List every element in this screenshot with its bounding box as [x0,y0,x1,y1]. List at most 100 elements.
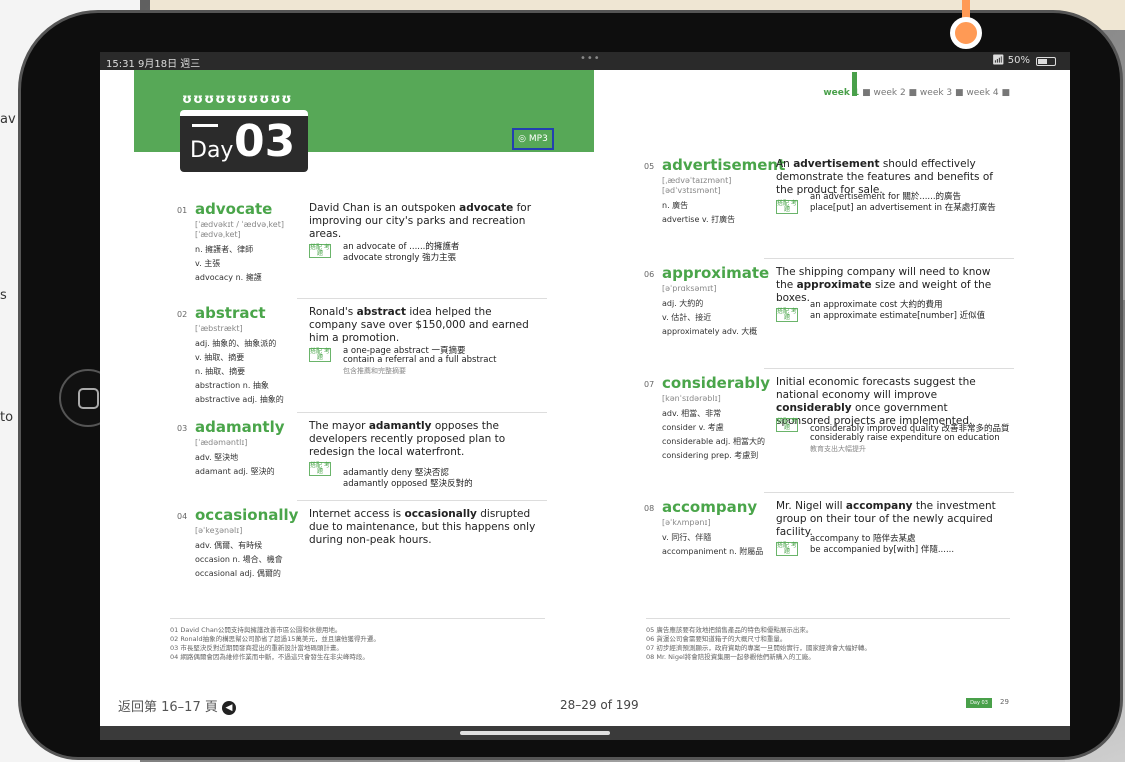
status-bar: 15:31 9月18日 週三 ••• 📶︎ 50% [100,52,1070,70]
notes-divider-right [646,618,1010,619]
collocation: considerably raise expenditure on educat… [810,433,1000,443]
entry-phonetic: [ˈædvəˌket] [195,230,241,239]
collocation-tag-icon: 搭配 考題 [776,418,798,432]
example-sentence: Internet access is occasionally disrupte… [309,508,537,547]
collocation: 教育支出大幅提升 [810,445,866,453]
back-to-page-button[interactable]: 返回第 16–17 頁 ◀ [118,696,236,715]
entry-meaning: adv. 堅決地 [195,453,239,462]
collocation-tag-icon: 搭配 考題 [776,200,798,214]
entry-number: 02 [177,310,188,319]
sentence-keyword: considerably [776,402,852,414]
entry-word: advocate [195,200,273,218]
camera-marker-dot [950,17,982,49]
entry-meaning: consider v. 考慮 [662,423,724,432]
collocation-tag-icon: 搭配 考題 [309,348,331,362]
entry-number: 08 [644,504,655,513]
example-sentence: David Chan is an outspoken advocate for … [309,202,537,241]
bg-text-av: av [0,112,16,127]
week-3-label[interactable]: week 3 [920,88,952,98]
page-indicator: 28–29 of 199 [560,698,639,712]
week-nav: week 1 ■ week 2 ■ week 3 ■ week 4 ■ [823,88,1010,98]
week-1-label[interactable]: week 1 [823,88,859,98]
collocation: adamantly opposed 堅決反對的 [343,479,473,489]
entry-meaning: occasion n. 場合、機會 [195,555,283,564]
entry-phonetic: [ˈædvəkɪt / ˈædvəˌket] [195,220,284,229]
sentence-text: An [776,158,794,170]
entry-word: adamantly [195,418,285,436]
home-indicator-bar[interactable] [100,726,1070,740]
sentence-keyword: accompany [845,500,913,512]
collocation: be accompanied by[with] 伴隨...... [810,545,955,555]
entry-phonetic: [ədˈvɜtɪsmənt] [662,186,721,195]
entry-phonetic: [əˈprɑksəmɪt] [662,284,717,293]
mp3-button[interactable]: ◎ MP3 [512,128,554,150]
entry-number: 01 [177,206,188,215]
entry-number: 07 [644,380,655,389]
entry-meaning: advocacy n. 擁護 [195,273,262,282]
entry-meaning: adv. 偶爾、有時候 [195,541,263,550]
entry-meaning: occasional adj. 偶爾的 [195,569,281,578]
day-word: Day [190,138,234,163]
example-sentence: Initial economic forecasts suggest the n… [776,376,1004,428]
week-4-label[interactable]: week 4 [966,88,998,98]
entry-phonetic: [ˈædəməntlɪ] [195,438,248,447]
day-number: 03 [234,116,296,167]
entry-separator [297,500,547,501]
status-time: 15:31 9月18日 週三 [106,59,201,70]
sentence-keyword: abstract [356,306,407,318]
entry-meaning: accompaniment n. 附屬品 [662,547,764,556]
entry-meaning: abstraction n. 抽象 [195,381,269,390]
entry-word: occasionally [195,506,299,524]
tablet-screen: 15:31 9月18日 週三 ••• 📶︎ 50% ʊʊʊʊʊʊʊʊʊʊ Day… [100,52,1070,740]
entry-number: 03 [177,424,188,433]
calendar-rings-icon: ʊʊʊʊʊʊʊʊʊʊ [182,92,293,107]
battery-percent: 📶︎ 50% [991,55,1030,66]
collocation-tag-icon: 搭配 考題 [776,308,798,322]
sentence-text: David Chan is an outspoken [309,202,460,214]
entry-separator [764,258,1014,259]
sentence-keyword: adamantly [368,420,432,432]
background: av s to 15:31 9月18日 週三 ••• 📶︎ 50% ʊʊʊʊʊʊ… [0,0,1125,762]
entry-meaning: advertise v. 打廣告 [662,215,736,224]
collocation: place[put] an advertisement in 在某處打廣告 [810,203,996,213]
arrow-left-icon: ◀ [222,700,236,715]
bg-text-s: s [0,288,7,303]
entry-meaning: n. 擁護者、律師 [195,245,254,254]
entry-number: 06 [644,270,655,279]
entry-phonetic: [əˈkʌmpənɪ] [662,518,711,527]
collocation-tag-icon: 搭配 考題 [309,462,331,476]
week-2-label[interactable]: week 2 [873,88,905,98]
entry-meaning: v. 主張 [195,259,221,268]
entry-meaning: v. 抽取、摘要 [195,353,245,362]
entry-phonetic: [kənˈsɪdərəblɪ] [662,394,721,403]
battery-icon [1036,57,1056,66]
example-sentence: The mayor adamantly opposes the develope… [309,420,537,459]
entry-meaning: considerable adj. 相當大的 [662,437,765,446]
entry-separator [297,298,547,299]
entry-meaning: adamant adj. 堅決的 [195,467,275,476]
sentence-keyword: approximate [796,279,872,291]
sentence-text: Internet access is [309,508,405,520]
entry-meaning: adj. 大約的 [662,299,704,308]
multitask-dots-icon[interactable]: ••• [580,53,601,64]
entry-separator [764,368,1014,369]
entry-meaning: abstractive adj. 抽象的 [195,395,284,404]
day-badge: Day 03 [180,110,308,172]
collocation: an approximate estimate[number] 近似值 [810,311,986,321]
collocation: advocate strongly 強力主張 [343,253,457,263]
sentence-text: Initial economic forecasts suggest the n… [776,376,976,401]
entry-word: considerably [662,374,771,392]
entry-word: approximate [662,264,770,282]
bg-text-to: to [0,410,14,425]
sentence-keyword: occasionally [404,508,477,520]
entry-meaning: considering prep. 考慮到 [662,451,759,460]
collocation-tag-icon: 搭配 考題 [309,244,331,258]
notes-right: 05 廣告應該要有效地把銷售產品的特色和優點展示出來。 06 貨運公司會需要知道… [646,626,871,661]
entry-phonetic: [əˈkeʒənəlɪ] [195,526,243,535]
notes-divider-left [170,618,545,619]
page-number-small: 29 [1000,698,1009,706]
collocation-tag-icon: 搭配 考題 [776,542,798,556]
sentence-text: Mr. Nigel will [776,500,846,512]
notes-left: 01 David Chan公開支持與擁護改善市區公園和休憩用地。 02 Rona… [170,626,380,661]
entry-meaning: v. 同行、伴隨 [662,533,712,542]
